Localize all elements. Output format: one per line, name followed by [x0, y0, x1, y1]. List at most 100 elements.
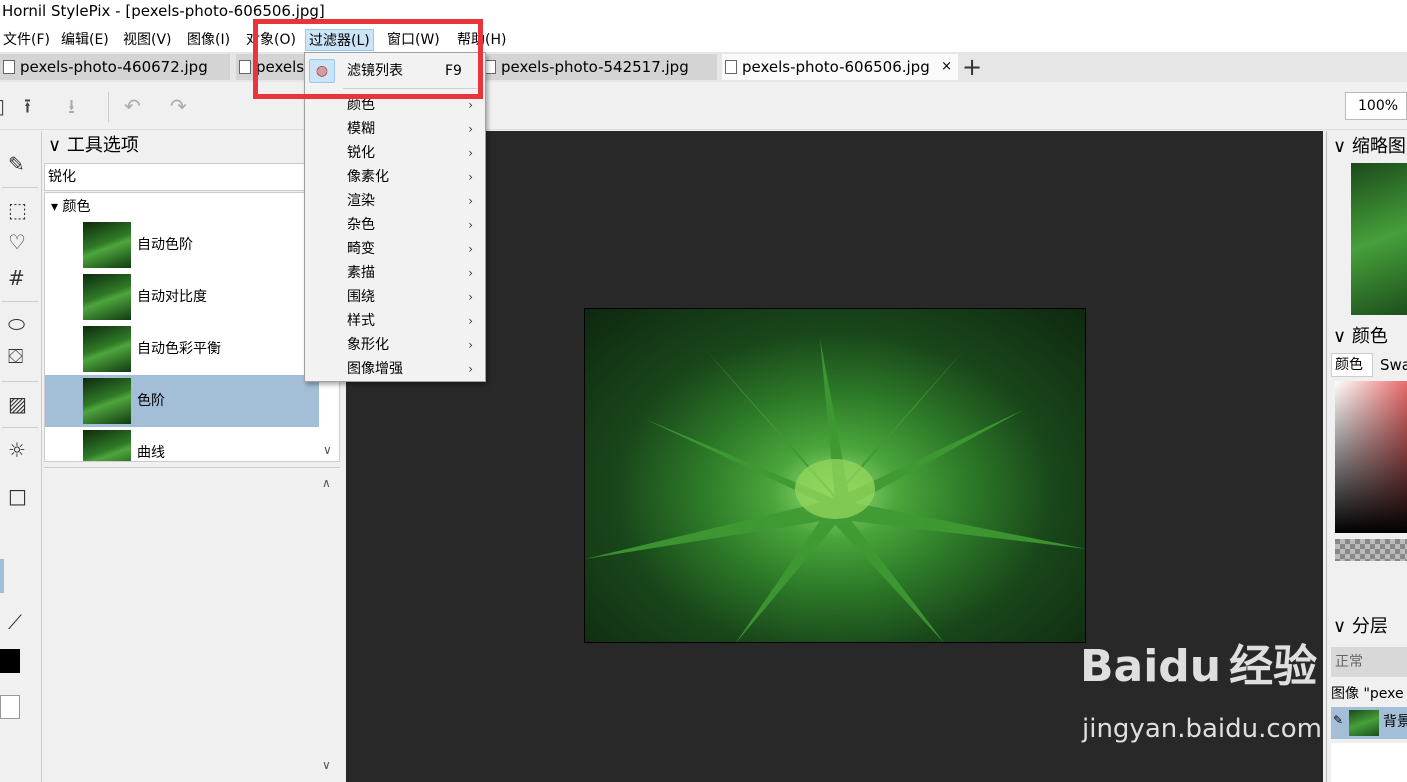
download-icon[interactable]: ⭳ [68, 96, 75, 116]
divider [2, 187, 38, 188]
menu-item-label: 象形化 [347, 337, 389, 353]
menu-item-label: 畸变 [347, 241, 375, 257]
filter-thumbnail [83, 430, 131, 461]
expand-triangle-icon: ▾ [51, 199, 59, 215]
menu-item-surround[interactable]: 围绕 › [305, 285, 485, 309]
chevron-right-icon: › [468, 338, 473, 352]
tab-document-4[interactable]: pexels-photo-606506.jpg × [722, 54, 958, 80]
menu-item-style[interactable]: 样式 › [305, 309, 485, 333]
close-tab-icon[interactable]: × [941, 54, 952, 80]
scroll-up-icon[interactable]: ∧ [322, 476, 331, 490]
color-picker-field[interactable] [1335, 381, 1407, 533]
tree-item-label: 曲线 [137, 445, 165, 461]
filter-tree: ▾ 颜色 自动色阶 自动对比度 自动色彩平衡 色阶 曲线 ∨ [44, 192, 340, 462]
color-panel-header[interactable]: ∨ 颜色 [1333, 323, 1388, 351]
navigator-thumbnail[interactable] [1351, 163, 1407, 315]
tree-item-label: 色阶 [137, 393, 165, 409]
scroll-down-icon[interactable]: ∨ [323, 443, 332, 457]
foreground-color-swatch[interactable] [0, 649, 20, 673]
shape-icon[interactable]: □ [8, 485, 27, 507]
divider [2, 301, 38, 302]
tab-document-3[interactable]: pexels-photo-542517.jpg [481, 54, 717, 80]
menu-item-label: 杂色 [347, 217, 375, 233]
eyedropper-icon[interactable]: ⟋ [8, 611, 22, 633]
menu-item-pictograph[interactable]: 象形化 › [305, 333, 485, 357]
menu-item-label: 颜色 [347, 97, 375, 113]
menu-item-label: 图像增强 [347, 361, 403, 377]
tree-item-auto-contrast[interactable]: 自动对比度 [45, 271, 319, 323]
lasso-icon[interactable]: ♡ [8, 231, 26, 253]
menu-item-pixelate[interactable]: 像素化 › [305, 165, 485, 189]
brightness-icon[interactable]: ☼ [8, 439, 26, 461]
chevron-right-icon: › [468, 170, 473, 184]
background-color-swatch[interactable] [0, 695, 20, 719]
tree-group[interactable]: ▾ 颜色 [51, 195, 90, 219]
bucket-icon[interactable]: ⛋ [8, 345, 23, 367]
menu-item-image-enhance[interactable]: 图像增强 › [305, 357, 485, 381]
panel-header[interactable]: ∨ 工具选项 [44, 131, 139, 161]
menu-image[interactable]: 图像(I) [184, 29, 233, 51]
tree-item-auto-levels[interactable]: 自动色阶 [45, 219, 319, 271]
options-area: ∧ ∨ [44, 467, 340, 782]
tree-item-label: 自动色阶 [137, 237, 193, 253]
menu-item-sharpen[interactable]: 锐化 › [305, 141, 485, 165]
file-icon [239, 60, 251, 74]
chevron-right-icon: › [468, 266, 473, 280]
open-icon[interactable]: ▯ [0, 96, 5, 116]
tool-strip: ✎ ⬚ ♡ # ⬭ ⛋ ▨ ☼ □ ⟋ [0, 131, 42, 782]
chevron-down-icon: ∨ [48, 135, 62, 156]
crop-icon[interactable]: # [8, 267, 25, 289]
undo-icon[interactable]: ↶ [124, 96, 141, 116]
menu-item-blur[interactable]: 模糊 › [305, 117, 485, 141]
toolbar: ▯ ⭱ ⭳ ↶ ↷ [0, 84, 1407, 130]
menu-item-label: 素描 [347, 265, 375, 281]
document-tab-bar: pexels-photo-460672.jpg pexels pexels-ph… [0, 52, 1407, 82]
chevron-down-icon: ∨ [1333, 136, 1347, 157]
menu-item-noise[interactable]: 杂色 › [305, 213, 485, 237]
redo-icon[interactable]: ↷ [170, 96, 187, 116]
menu-file[interactable]: 文件(F) [0, 29, 53, 51]
tree-item-label: 自动色彩平衡 [137, 341, 221, 357]
tab-document-1[interactable]: pexels-photo-460672.jpg [0, 54, 230, 80]
eraser-icon[interactable]: ⬭ [8, 313, 25, 335]
file-icon [3, 60, 15, 74]
tree-group-label: 颜色 [62, 199, 91, 215]
menu-item-label: 样式 [347, 313, 375, 329]
tab-swatches[interactable]: Swa [1377, 353, 1407, 377]
tree-item-levels[interactable]: 色阶 [45, 375, 319, 427]
divider [2, 427, 38, 428]
panel-title: 缩略图 [1351, 136, 1406, 157]
baidu-jingyan-watermark: Baidu 经验 jingyan.baidu.com [1080, 630, 1400, 780]
panel-title: 工具选项 [66, 135, 139, 156]
tab-label: pexels-photo-460672.jpg [20, 58, 208, 76]
menu-edit[interactable]: 编辑(E) [58, 29, 112, 51]
tab-color[interactable]: 颜色 [1331, 353, 1373, 377]
alpha-slider[interactable] [1335, 539, 1407, 561]
scroll-down-icon[interactable]: ∨ [322, 758, 331, 772]
menu-bar: 文件(F) 编辑(E) 视图(V) 图像(I) 对象(O) 过滤器(L) 窗口(… [0, 26, 1407, 52]
chevron-right-icon: › [468, 218, 473, 232]
menu-item-label: 渲染 [347, 193, 375, 209]
add-tab-icon[interactable]: + [962, 52, 982, 82]
watermark-logo: Baidu 经验 [1080, 641, 1318, 692]
menu-view[interactable]: 视图(V) [120, 29, 175, 51]
annotation-highlight-box [253, 19, 483, 99]
rect-select-icon[interactable]: ⬚ [8, 199, 27, 221]
menu-item-distort[interactable]: 畸变 › [305, 237, 485, 261]
menu-item-render[interactable]: 渲染 › [305, 189, 485, 213]
filter-menu-dropdown: ◍ 滤镜列表 F9 颜色 › 模糊 › 锐化 › 像素化 › 渲染 › 杂色 › 畸变 › 素… [304, 52, 486, 382]
window-title: Hornil StylePix - [pexels-photo-606506.j… [2, 2, 325, 20]
tree-item-curves[interactable]: 曲线 [45, 427, 319, 461]
thumbnail-panel-header[interactable]: ∨ 缩略图 [1333, 133, 1406, 161]
chevron-right-icon: › [468, 122, 473, 136]
tree-item-auto-color-balance[interactable]: 自动色彩平衡 [45, 323, 319, 375]
zoom-select[interactable]: 100% [1345, 92, 1407, 120]
title-bar: Hornil StylePix - [pexels-photo-606506.j… [0, 0, 1407, 26]
gradient-icon[interactable]: ▨ [8, 393, 27, 415]
menu-item-sketch[interactable]: 素描 › [305, 261, 485, 285]
filter-search-input[interactable]: 锐化 [44, 163, 306, 191]
menu-item-label: 模糊 [347, 121, 375, 137]
paperclip-icon[interactable]: ✎ [8, 153, 25, 175]
upload-icon[interactable]: ⭱ [24, 96, 31, 116]
document-image[interactable] [584, 308, 1086, 643]
